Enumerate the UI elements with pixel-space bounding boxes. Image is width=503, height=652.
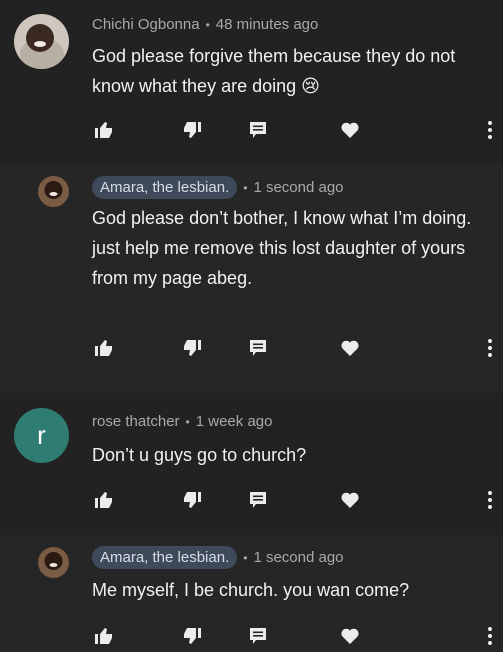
thumbs-up-icon[interactable] xyxy=(92,336,116,360)
separator: • xyxy=(243,180,248,195)
thumbs-down-icon[interactable] xyxy=(180,118,204,142)
thumbs-up-icon[interactable] xyxy=(92,118,116,142)
avatar[interactable] xyxy=(38,176,69,207)
thumbs-up-icon[interactable] xyxy=(92,624,116,648)
separator: • xyxy=(205,17,210,32)
more-vert-icon[interactable] xyxy=(478,624,502,648)
comment-actions xyxy=(0,488,503,512)
reply-item: Amara, the lesbian. • 1 second ago God p… xyxy=(0,165,503,393)
more-vert-icon[interactable] xyxy=(478,488,502,512)
comment-text: God please forgive them because they do … xyxy=(92,46,456,96)
heart-icon[interactable] xyxy=(338,624,362,648)
heart-icon[interactable] xyxy=(338,118,362,142)
comment-text: Me myself, I be church. you wan come? xyxy=(92,580,410,600)
heart-icon[interactable] xyxy=(338,336,362,360)
author-name[interactable]: Chichi Ogbonna xyxy=(92,16,200,33)
comment-text: Don’t u guys go to church? xyxy=(92,445,307,465)
comment-header: Amara, the lesbian. • 1 second ago xyxy=(92,546,344,569)
reply-icon[interactable] xyxy=(246,118,270,142)
author-name[interactable]: rose thatcher xyxy=(92,413,180,430)
comment-item: Chichi Ogbonna • 48 minutes ago God plea… xyxy=(0,0,503,165)
author-badge[interactable]: Amara, the lesbian. xyxy=(92,546,238,569)
more-vert-icon[interactable] xyxy=(478,118,502,142)
comment-header: Amara, the lesbian. • 1 second ago xyxy=(92,176,344,199)
comment-actions xyxy=(0,118,503,142)
avatar[interactable] xyxy=(38,547,69,578)
timestamp: 1 second ago xyxy=(253,179,344,196)
reply-item: Amara, the lesbian. • 1 second ago Me my… xyxy=(0,535,503,652)
avatar[interactable] xyxy=(14,14,69,69)
comment-actions xyxy=(0,336,503,360)
comment-item: r rose thatcher • 1 week ago Don’t u guy… xyxy=(0,393,503,535)
thumbs-down-icon[interactable] xyxy=(180,336,204,360)
comment-header: Chichi Ogbonna • 48 minutes ago xyxy=(92,16,318,33)
author-badge[interactable]: Amara, the lesbian. xyxy=(92,176,238,199)
comment-header: rose thatcher • 1 week ago xyxy=(92,413,272,430)
thumbs-down-icon[interactable] xyxy=(180,624,204,648)
comment-actions xyxy=(0,624,503,648)
timestamp: 1 second ago xyxy=(253,549,344,566)
timestamp: 1 week ago xyxy=(195,413,273,430)
thumbs-down-icon[interactable] xyxy=(180,488,204,512)
reply-icon[interactable] xyxy=(246,488,270,512)
separator: • xyxy=(185,414,190,429)
avatar[interactable]: r xyxy=(14,408,69,463)
timestamp: 48 minutes ago xyxy=(215,16,319,33)
reply-icon[interactable] xyxy=(246,336,270,360)
reply-icon[interactable] xyxy=(246,624,270,648)
comment-text: God please don’t bother, I know what I’m… xyxy=(92,208,472,288)
heart-icon[interactable] xyxy=(338,488,362,512)
more-vert-icon[interactable] xyxy=(478,336,502,360)
thumbs-up-icon[interactable] xyxy=(92,488,116,512)
separator: • xyxy=(243,550,248,565)
